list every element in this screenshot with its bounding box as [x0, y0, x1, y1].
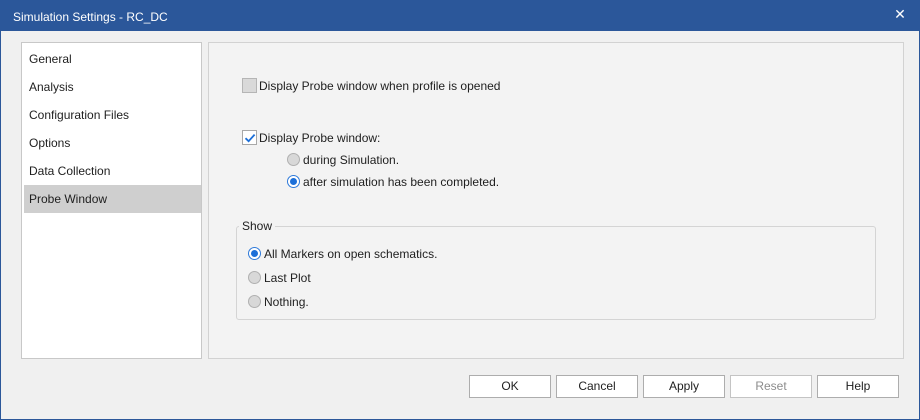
- sidebar-item-options[interactable]: Options: [24, 129, 201, 157]
- during-simulation-label: during Simulation.: [303, 153, 400, 167]
- nothing-label: Nothing.: [264, 295, 309, 309]
- last-plot-label: Last Plot: [264, 271, 311, 285]
- help-button[interactable]: Help: [817, 375, 899, 398]
- nothing-radio[interactable]: [248, 295, 261, 308]
- all-markers-label: All Markers on open schematics.: [264, 247, 438, 261]
- sidebar-item-analysis[interactable]: Analysis: [24, 73, 201, 101]
- show-group-title: Show: [239, 219, 276, 233]
- open-on-profile-label: Display Probe window when profile is ope…: [259, 79, 501, 93]
- apply-button[interactable]: Apply: [643, 375, 725, 398]
- reset-button[interactable]: Reset: [730, 375, 812, 398]
- all-markers-radio[interactable]: [248, 247, 261, 260]
- sidebar-item-data-collection[interactable]: Data Collection: [24, 157, 201, 185]
- cancel-button[interactable]: Cancel: [556, 375, 638, 398]
- sidebar-item-general[interactable]: General: [24, 45, 201, 73]
- after-simulation-label: after simulation has been completed.: [303, 175, 500, 189]
- checkmark-icon: [244, 133, 256, 143]
- during-simulation-radio[interactable]: [287, 153, 300, 166]
- title-bar[interactable]: Simulation Settings - RC_DC ✕: [1, 1, 919, 31]
- window-title: Simulation Settings - RC_DC: [13, 10, 168, 24]
- last-plot-radio[interactable]: [248, 271, 261, 284]
- display-probe-label: Display Probe window:: [259, 131, 381, 145]
- after-simulation-radio[interactable]: [287, 175, 300, 188]
- close-icon[interactable]: ✕: [887, 3, 913, 25]
- simulation-settings-dialog: Simulation Settings - RC_DC ✕ General An…: [0, 0, 920, 420]
- show-groupbox: [236, 226, 876, 320]
- sidebar-item-probe-window[interactable]: Probe Window: [24, 185, 201, 213]
- open-on-profile-checkbox[interactable]: [242, 78, 257, 93]
- display-probe-checkbox[interactable]: [242, 130, 257, 145]
- settings-category-list: General Analysis Configuration Files Opt…: [21, 42, 202, 359]
- ok-button[interactable]: OK: [469, 375, 551, 398]
- sidebar-item-configuration-files[interactable]: Configuration Files: [24, 101, 201, 129]
